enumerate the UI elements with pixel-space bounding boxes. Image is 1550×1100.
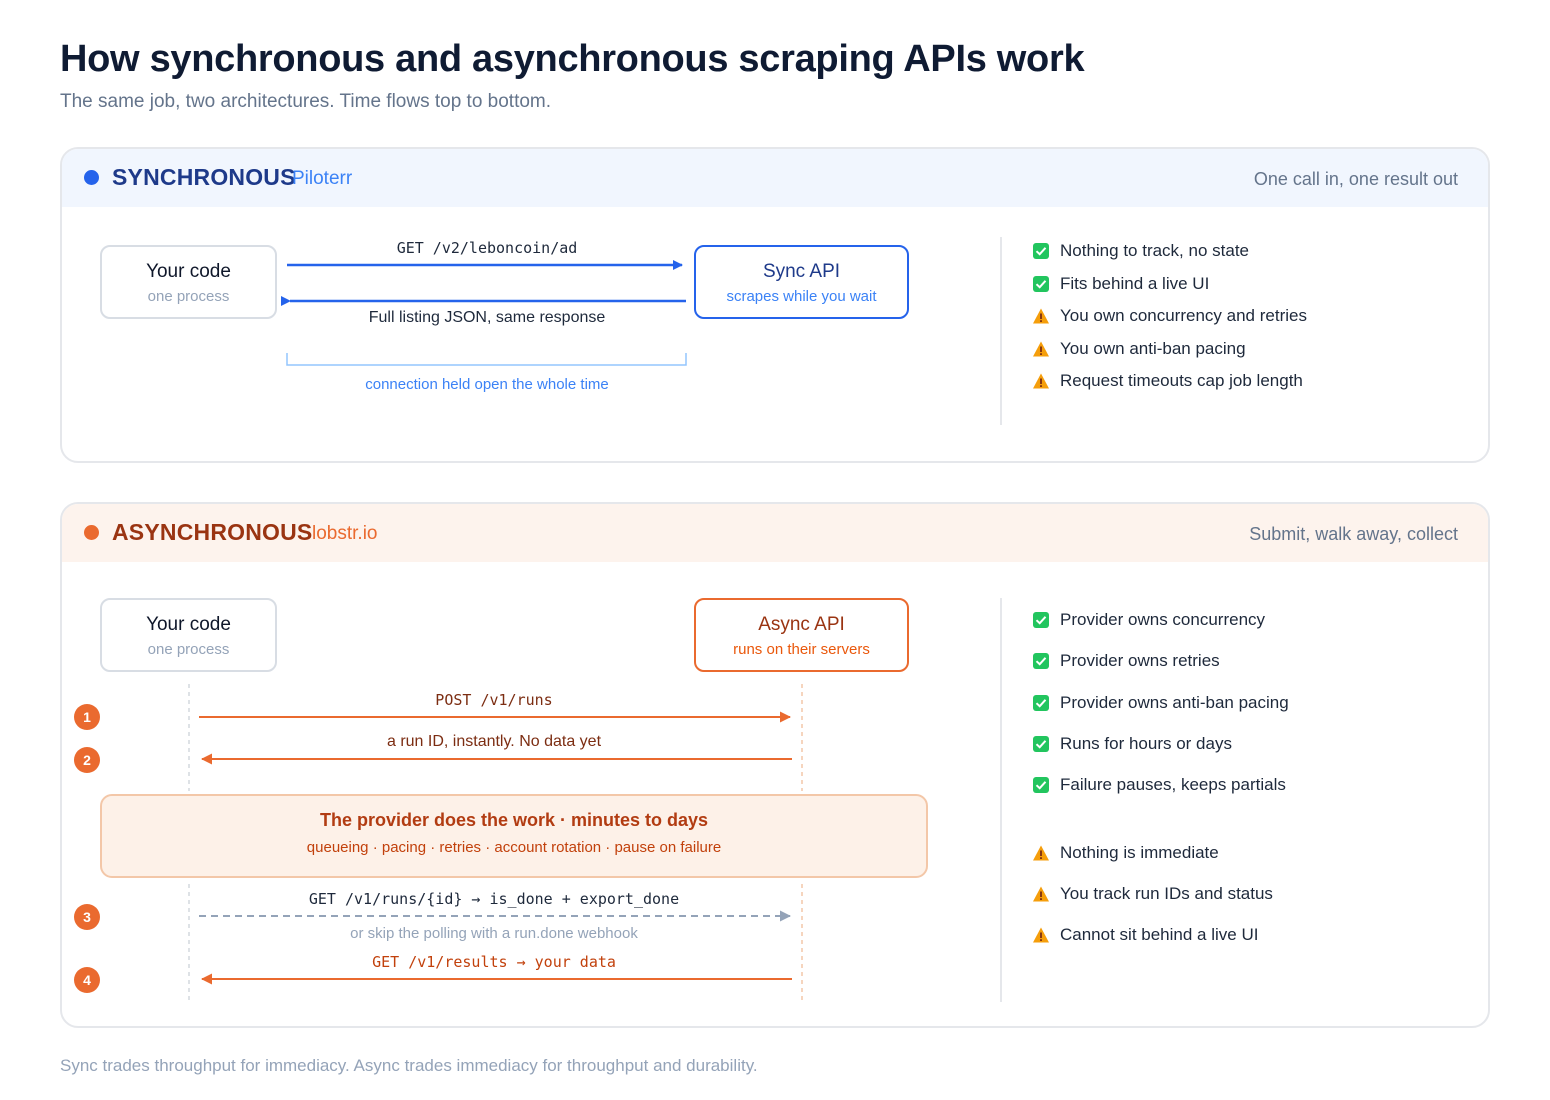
warning-icon (1033, 341, 1049, 357)
async-api-box: Async API runs on their servers (694, 598, 909, 672)
sync-client-subtitle: one process (147, 288, 230, 305)
connection-bracket (286, 353, 687, 366)
step1-label: POST /v1/runs (435, 691, 553, 709)
connection-note: connection held open the whole time (365, 376, 609, 393)
page-title: How synchronous and asynchronous scrapin… (60, 38, 1085, 80)
check-icon (1033, 653, 1049, 669)
sync-divider (1000, 237, 1002, 425)
check-icon (1033, 276, 1049, 292)
work-title: The provider does the work · minutes to … (319, 810, 709, 830)
async-client-box: Your code one process (100, 598, 277, 672)
sync-response-label: Full listing JSON, same response (368, 309, 606, 326)
sync-api-subtitle: scrapes while you wait (726, 288, 877, 305)
warning-icon (1033, 927, 1049, 943)
check-icon (1033, 777, 1049, 793)
async-panel: ASYNCHRONOUS lobstr.io Submit, walk away… (60, 502, 1490, 1028)
sync-client-box: Your code one process (100, 245, 277, 319)
sync-api-box: Sync API scrapes while you wait (694, 245, 909, 319)
warning-icon (1033, 845, 1049, 861)
provider-work-box: The provider does the work · minutes to … (100, 794, 928, 878)
page-subtitle: The same job, two architectures. Time fl… (60, 91, 552, 112)
check-icon (1033, 736, 1049, 752)
async-flow-arrows (188, 684, 803, 1004)
warning-icon (1033, 373, 1049, 389)
step-badge-1: 1 (74, 704, 100, 730)
async-client-subtitle: one process (147, 641, 230, 658)
footer-note: Sync trades throughput for immediacy. As… (60, 1056, 758, 1075)
step-badge-4: 4 (74, 967, 100, 993)
async-api-title: Async API (758, 614, 845, 635)
check-icon (1033, 612, 1049, 628)
check-icon (1033, 243, 1049, 259)
sync-panel: SYNCHRONOUS Piloterr One call in, one re… (60, 147, 1490, 463)
sync-request-label: GET /v2/leboncoin/ad (396, 239, 578, 257)
step-badge-3: 3 (74, 904, 100, 930)
step-badge-2: 2 (74, 747, 100, 773)
async-api-subtitle: runs on their servers (733, 641, 870, 658)
warning-icon (1033, 886, 1049, 902)
step2-label: a run ID, instantly. No data yet (386, 733, 602, 750)
sync-client-title: Your code (146, 261, 231, 282)
step4-label: GET /v1/results → your data (372, 953, 616, 971)
webhook-note: or skip the polling with a run.done webh… (350, 925, 638, 942)
warning-icon (1033, 308, 1049, 324)
check-icon (1033, 695, 1049, 711)
work-detail: queueing · pacing · retries · account ro… (306, 839, 722, 856)
sync-api-title: Sync API (762, 261, 841, 282)
step3-label: GET /v1/runs/{id} → is_done + export_don… (308, 890, 680, 908)
async-client-title: Your code (146, 614, 231, 635)
async-divider (1000, 598, 1002, 1002)
